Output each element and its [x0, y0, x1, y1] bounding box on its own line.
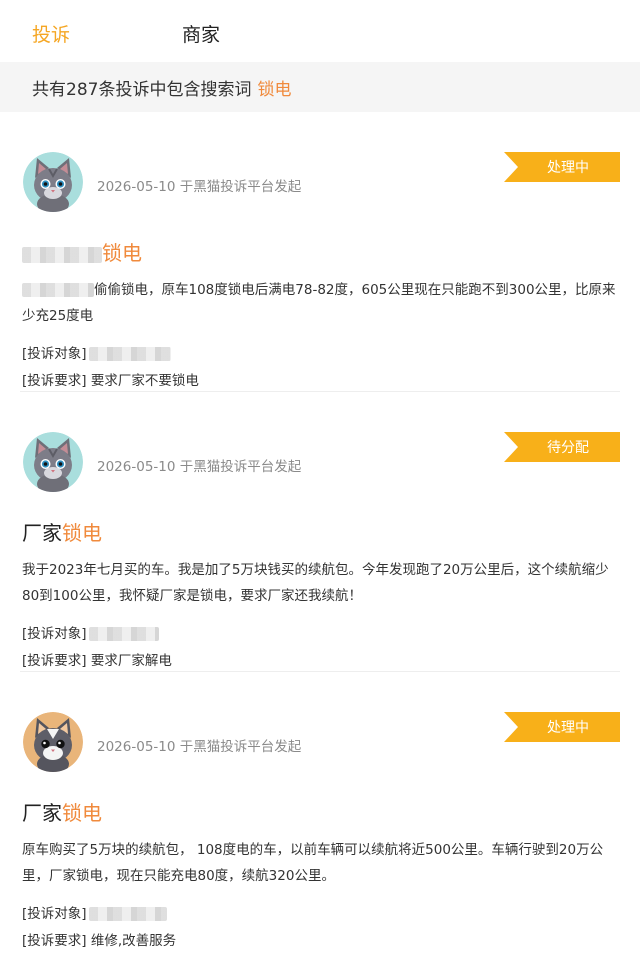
- redacted-brand: [22, 246, 102, 263]
- gray-cat-avatar-icon: [23, 432, 83, 492]
- status-badge: 处理中: [504, 712, 620, 742]
- title-prefix: 厂家: [22, 521, 62, 545]
- complaint-body: 原车购买了5万块的续航包， 108度电的车，以前车辆可以续航将近500公里。车辆…: [22, 837, 620, 889]
- complaint-meta: 2026-05-10 于黑猫投诉平台发起: [97, 179, 302, 195]
- tab-merchants[interactable]: 商家: [182, 20, 220, 47]
- summary-keyword: 锁电: [257, 79, 292, 100]
- request-value: 要求厂家解电: [90, 653, 172, 669]
- title-prefix: 厂家: [22, 801, 62, 825]
- redacted-target: [88, 907, 167, 921]
- target-label: [投诉对象]: [22, 346, 87, 362]
- complaint-card[interactable]: 2026-05-10 于黑猫投诉平台发起 待分配 厂家锁电 我于2023年七月买…: [20, 392, 620, 672]
- redacted-target: [88, 627, 159, 641]
- tab-complaints[interactable]: 投诉: [32, 20, 70, 47]
- target-label: [投诉对象]: [22, 626, 87, 642]
- gray-cat-avatar-icon: [23, 152, 83, 212]
- complaint-body: 偷偷锁电，原车108度锁电后满电78-82度，605公里现在只能跑不到300公里…: [22, 277, 620, 329]
- complaint-title[interactable]: 锁电: [22, 237, 142, 266]
- complaint-target: [投诉对象]: [22, 622, 159, 642]
- target-label: [投诉对象]: [22, 906, 87, 922]
- complaint-body-text: 原车购买了5万块的续航包， 108度电的车，以前车辆可以续航将近500公里。车辆…: [22, 842, 604, 884]
- complaint-target: [投诉对象]: [22, 902, 167, 922]
- complaint-body: 我于2023年七月买的车。我是加了5万块钱买的续航包。今年发现跑了20万公里后，…: [22, 557, 620, 609]
- top-tabs: 投诉 商家: [0, 0, 640, 62]
- redacted-target: [88, 347, 171, 361]
- complaint-title[interactable]: 厂家锁电: [22, 797, 102, 826]
- request-value: 要求厂家不要锁电: [90, 373, 199, 389]
- request-label: [投诉要求]: [22, 653, 87, 669]
- complaint-body-text: 我于2023年七月买的车。我是加了5万块钱买的续航包。今年发现跑了20万公里后，…: [22, 562, 609, 604]
- status-label: 处理中: [547, 160, 589, 176]
- complaint-card[interactable]: 2026-05-10 于黑猫投诉平台发起 处理中 厂家锁电 原车购买了5万块的续…: [20, 672, 620, 952]
- search-summary: 共有287条投诉中包含搜索词 锁电: [0, 62, 640, 112]
- summary-text: 共有287条投诉中包含搜索词: [32, 79, 252, 100]
- request-value: 维修,改善服务: [90, 933, 177, 949]
- complaint-request: [投诉要求] 要求厂家不要锁电: [22, 369, 199, 389]
- complaint-body-text: 偷偷锁电，原车108度锁电后满电78-82度，605公里现在只能跑不到300公里…: [22, 282, 616, 324]
- request-label: [投诉要求]: [22, 373, 87, 389]
- title-keyword: 锁电: [62, 521, 102, 545]
- complaint-meta: 2026-05-10 于黑猫投诉平台发起: [97, 459, 302, 475]
- redacted-text: [22, 283, 94, 297]
- request-label: [投诉要求]: [22, 933, 87, 949]
- status-badge: 待分配: [504, 432, 620, 462]
- complaint-meta: 2026-05-10 于黑猫投诉平台发起: [97, 739, 302, 755]
- tan-cat-avatar-icon: [23, 712, 83, 772]
- complaint-request: [投诉要求] 要求厂家解电: [22, 649, 172, 669]
- title-keyword: 锁电: [102, 241, 142, 265]
- title-keyword: 锁电: [62, 801, 102, 825]
- complaint-request: [投诉要求] 维修,改善服务: [22, 929, 176, 949]
- status-badge: 处理中: [504, 152, 620, 182]
- complaint-target: [投诉对象]: [22, 342, 171, 362]
- complaint-list: 2026-05-10 于黑猫投诉平台发起 处理中 锁电 偷偷锁电，原车108度锁…: [0, 112, 640, 952]
- complaint-card[interactable]: 2026-05-10 于黑猫投诉平台发起 处理中 锁电 偷偷锁电，原车108度锁…: [20, 112, 620, 392]
- status-label: 待分配: [547, 440, 589, 456]
- status-label: 处理中: [547, 720, 589, 736]
- complaint-title[interactable]: 厂家锁电: [22, 517, 102, 546]
